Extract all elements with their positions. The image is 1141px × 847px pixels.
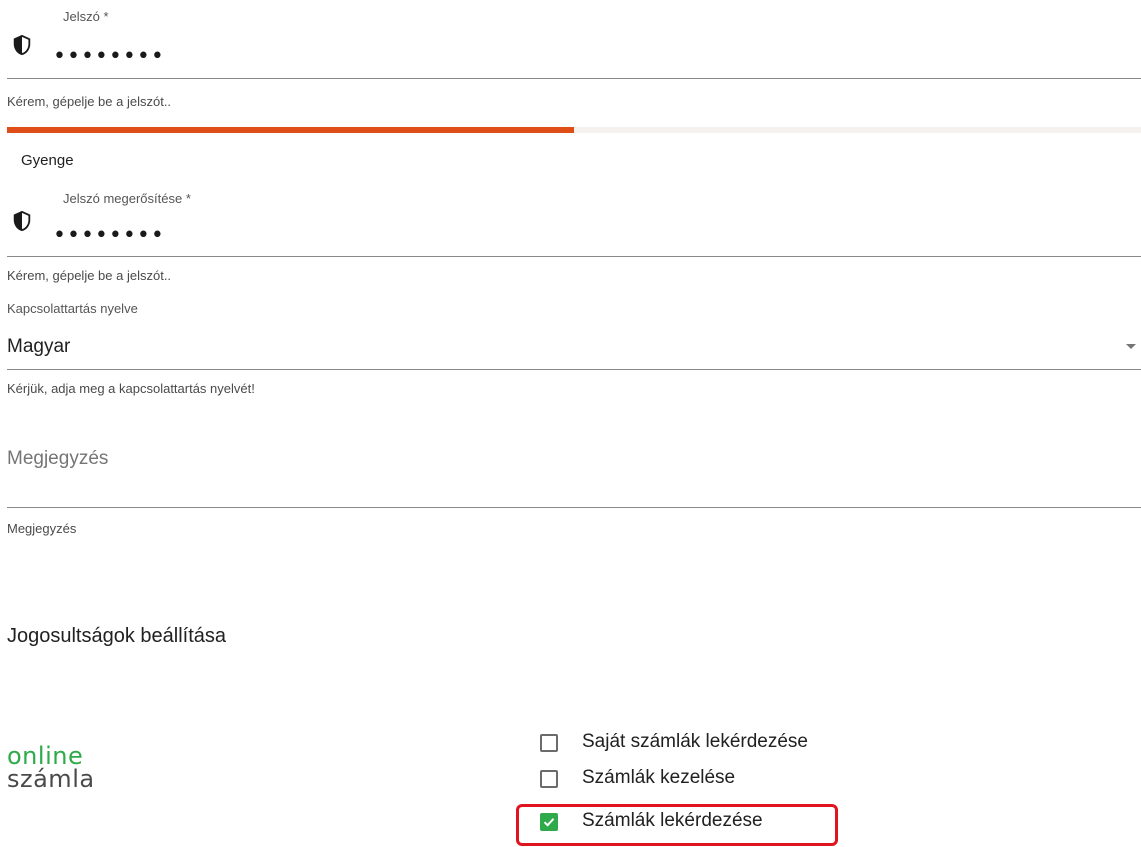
language-hint: Kérjük, adja meg a kapcsolattartás nyelv… [7, 381, 255, 396]
password-confirm-hint: Kérem, gépelje be a jelszót.. [7, 268, 172, 283]
online-szamla-logo: online számla [7, 742, 95, 793]
note-underline [7, 507, 1141, 508]
note-hint: Megjegyzés [7, 521, 77, 536]
shield-icon [13, 210, 31, 232]
note-input[interactable] [7, 444, 1137, 474]
password-confirm-label: Jelszó megerősítése * [63, 191, 191, 206]
language-select[interactable]: Magyar [7, 330, 1141, 370]
checkbox[interactable] [540, 770, 558, 788]
language-value: Magyar [7, 336, 71, 357]
password-input[interactable] [53, 44, 353, 69]
password-underline [7, 78, 1141, 79]
password-hint: Kérem, gépelje be a jelszót.. [7, 94, 172, 109]
language-label: Kapcsolattartás nyelve [7, 301, 138, 316]
permission-label: Saját számlák lekérdezése [582, 731, 808, 752]
password-confirm-underline [7, 256, 1141, 257]
password-label: Jelszó * [63, 9, 109, 24]
shield-icon [13, 34, 31, 56]
permissions-title: Jogosultságok beállítása [7, 625, 227, 647]
chevron-down-icon [1126, 344, 1136, 349]
password-strength-fill [7, 127, 574, 133]
password-strength-label: Gyenge [21, 152, 74, 169]
permission-option[interactable]: Számlák kezelése [537, 765, 897, 793]
permission-option[interactable]: Saját számlák lekérdezése [537, 729, 897, 757]
password-confirm-input[interactable] [53, 223, 353, 248]
language-underline [7, 369, 1141, 370]
checkbox[interactable] [540, 734, 558, 752]
highlight-box [516, 804, 838, 846]
permission-label: Számlák kezelése [582, 767, 736, 788]
password-strength-bar [7, 127, 1141, 133]
